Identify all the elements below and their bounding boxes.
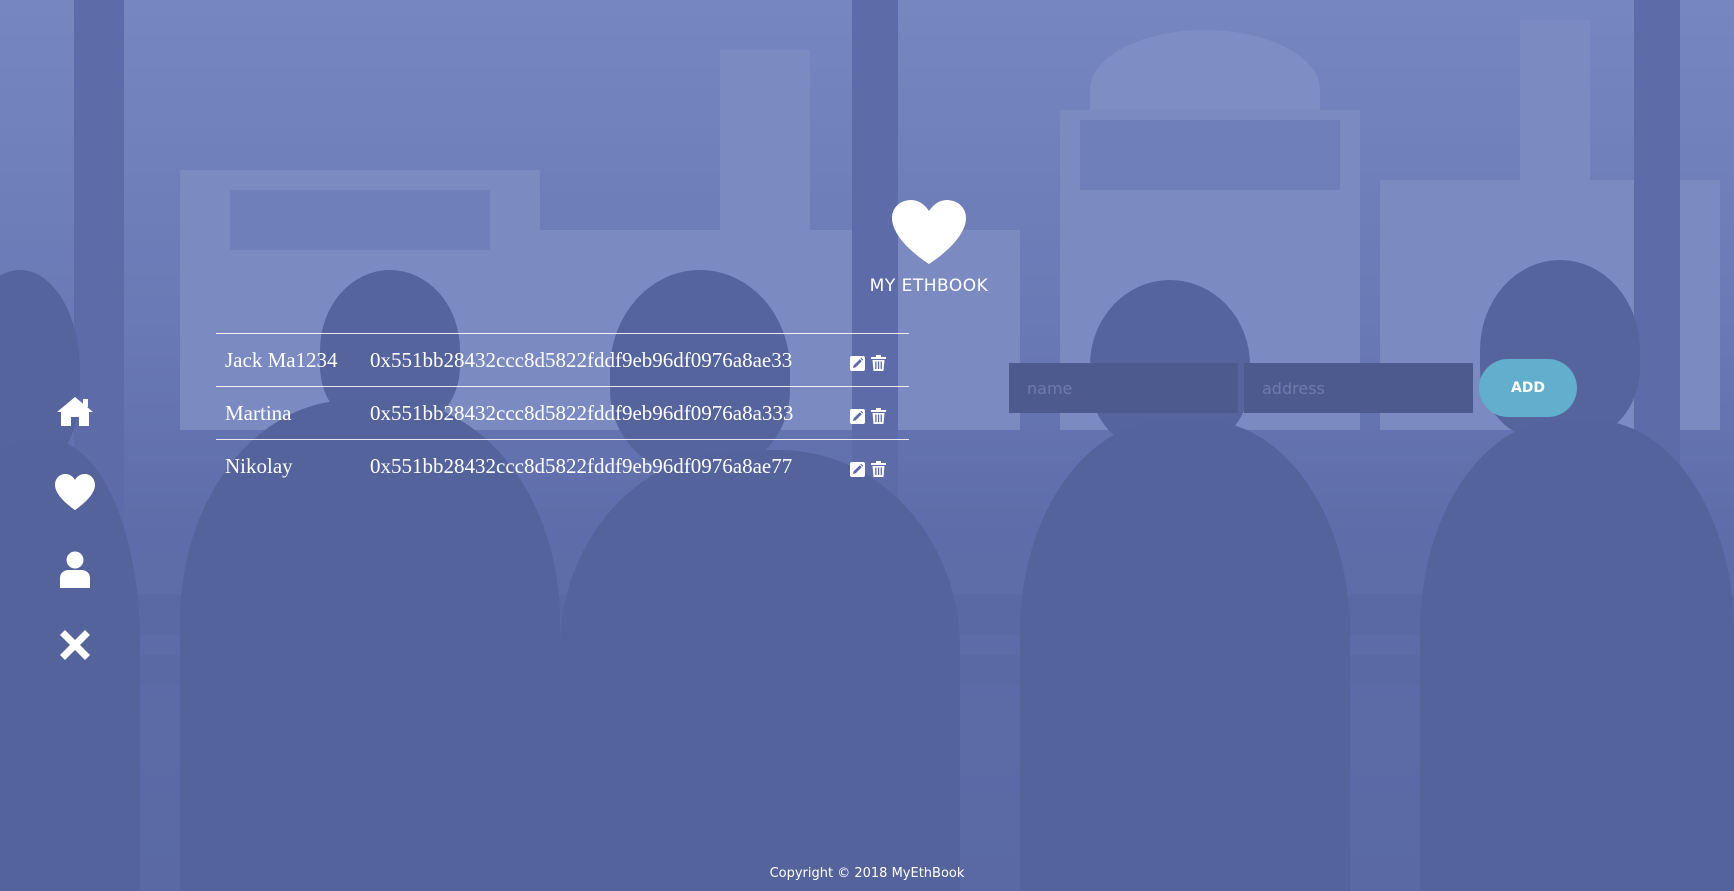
nav-home-button[interactable] bbox=[50, 395, 100, 441]
user-icon bbox=[60, 551, 90, 588]
contact-address: 0x551bb28432ccc8d5822fddf9eb96df0976a8ae… bbox=[370, 453, 793, 478]
add-button[interactable]: ADD bbox=[1479, 359, 1577, 417]
delete-button[interactable] bbox=[871, 405, 886, 424]
edit-button[interactable] bbox=[850, 405, 865, 424]
home-icon bbox=[57, 397, 93, 426]
nav-close-button[interactable] bbox=[50, 629, 100, 675]
edit-button[interactable] bbox=[850, 352, 865, 371]
footer-copyright: Copyright © 2018 MyEthBook bbox=[769, 866, 965, 881]
contact-name: Jack Ma1234 bbox=[225, 347, 338, 372]
page-title: MY ETHBOOK bbox=[869, 276, 989, 296]
row-actions bbox=[850, 352, 886, 371]
pencil-icon bbox=[850, 409, 865, 424]
table-row: Martina 0x551bb28432ccc8d5822fddf9eb96df… bbox=[216, 387, 909, 440]
contacts-table: Jack Ma1234 0x551bb28432ccc8d5822fddf9eb… bbox=[216, 333, 909, 492]
table-row: Jack Ma1234 0x551bb28432ccc8d5822fddf9eb… bbox=[216, 334, 909, 387]
table-row: Nikolay 0x551bb28432ccc8d5822fddf9eb96df… bbox=[216, 440, 909, 492]
row-actions bbox=[850, 458, 886, 477]
trash-icon bbox=[871, 355, 886, 371]
delete-button[interactable] bbox=[871, 458, 886, 477]
nav-favorites-button[interactable] bbox=[50, 473, 100, 519]
heart-logo-icon bbox=[892, 200, 966, 264]
contact-name: Martina bbox=[225, 400, 292, 425]
close-icon bbox=[60, 630, 90, 660]
pencil-icon bbox=[850, 462, 865, 477]
brand-header: MY ETHBOOK bbox=[829, 198, 1029, 296]
contact-name: Nikolay bbox=[225, 453, 293, 478]
add-contact-form: ADD bbox=[1009, 359, 1577, 417]
row-actions bbox=[850, 405, 886, 424]
trash-icon bbox=[871, 461, 886, 477]
trash-icon bbox=[871, 408, 886, 424]
edit-button[interactable] bbox=[850, 458, 865, 477]
heart-icon bbox=[55, 474, 95, 510]
pencil-icon bbox=[850, 356, 865, 371]
delete-button[interactable] bbox=[871, 352, 886, 371]
sidebar bbox=[50, 395, 100, 707]
contact-address: 0x551bb28432ccc8d5822fddf9eb96df0976a8ae… bbox=[370, 347, 793, 372]
name-input[interactable] bbox=[1009, 363, 1238, 413]
nav-profile-button[interactable] bbox=[50, 551, 100, 597]
address-input[interactable] bbox=[1244, 363, 1473, 413]
contact-address: 0x551bb28432ccc8d5822fddf9eb96df0976a8a3… bbox=[370, 400, 794, 425]
